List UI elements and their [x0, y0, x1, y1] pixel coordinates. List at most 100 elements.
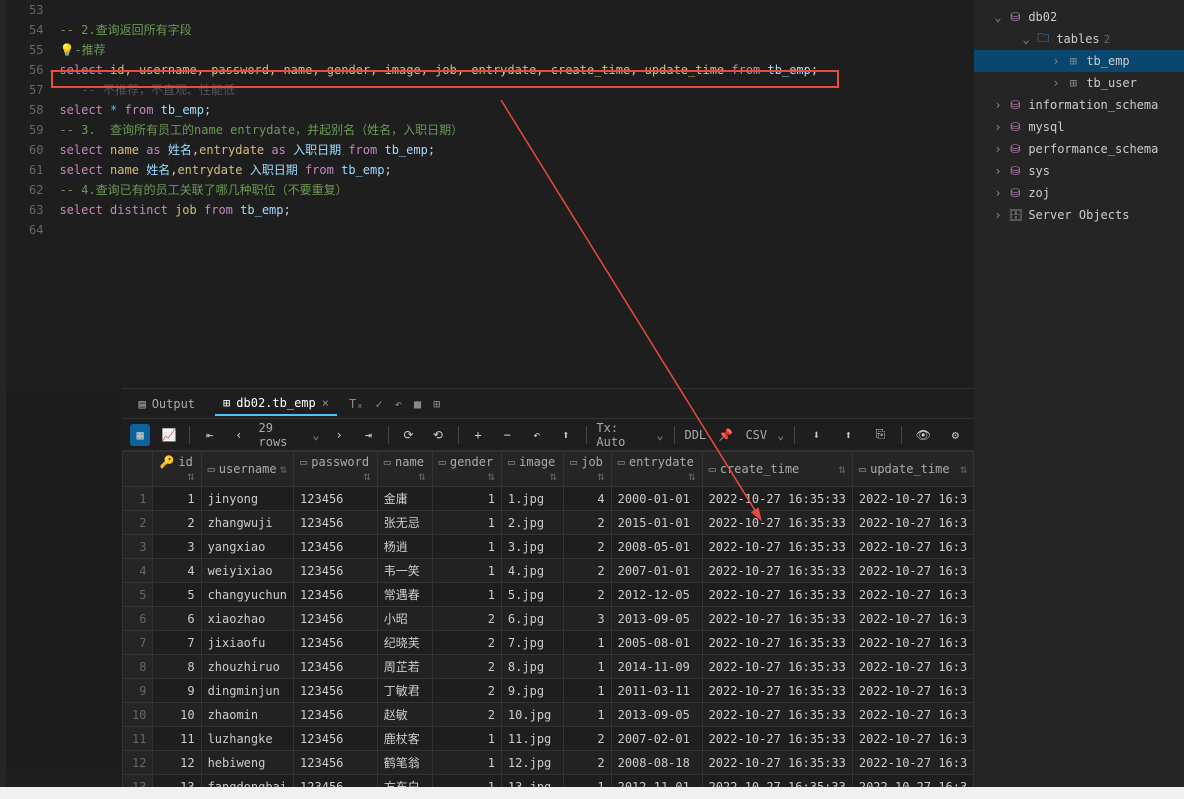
ddl-button[interactable]: DDL	[684, 428, 706, 442]
cell-username[interactable]: zhouzhiruo	[201, 655, 293, 679]
cell-username[interactable]: zhaomin	[201, 703, 293, 727]
cell-entrydate[interactable]: 2015-01-01	[611, 511, 702, 535]
undo-icon[interactable]: ↶	[395, 397, 402, 411]
code-line[interactable]: -- 4.查询已有的员工关联了哪几种职位（不要重复）	[59, 180, 974, 200]
cell-update-time[interactable]: 2022-10-27 16:3	[852, 487, 973, 511]
tree-mysql[interactable]: › ⛁ mysql	[974, 116, 1184, 138]
cell-image[interactable]: 6.jpg	[501, 607, 563, 631]
cell-id[interactable]: 9	[153, 679, 201, 703]
reload-button[interactable]: ⟳	[399, 424, 418, 446]
tree-zoj[interactable]: › ⛁ zoj	[974, 182, 1184, 204]
code-line[interactable]: 💡-推荐	[59, 40, 974, 60]
cell-job[interactable]: 1	[563, 631, 611, 655]
code-line[interactable]	[59, 0, 974, 20]
cell-gender[interactable]: 2	[432, 703, 501, 727]
code-line[interactable]: select distinct job from tb_emp;	[59, 200, 974, 220]
cell-password[interactable]: 123456	[294, 679, 378, 703]
cell-password[interactable]: 123456	[294, 631, 378, 655]
code-line[interactable]: -- 2.查询返回所有字段	[59, 20, 974, 40]
layout-icon[interactable]: ⊞	[433, 397, 440, 411]
cell-id[interactable]: 3	[153, 535, 201, 559]
cell-gender[interactable]: 1	[432, 583, 501, 607]
table-row[interactable]: 33yangxiao123456杨逍13.jpg22008-05-012022-…	[123, 535, 974, 559]
cell-name[interactable]: 杨逍	[377, 535, 432, 559]
cell-username[interactable]: changyuchun	[201, 583, 293, 607]
cell-name[interactable]: 小昭	[377, 607, 432, 631]
cell-gender[interactable]: 2	[432, 607, 501, 631]
table-row[interactable]: 88zhouzhiruo123456周芷若28.jpg12014-11-0920…	[123, 655, 974, 679]
cell-image[interactable]: 2.jpg	[501, 511, 563, 535]
column-header-entrydate[interactable]: ▭entrydate⇅	[611, 452, 702, 487]
tree-tables-folder[interactable]: ⌄ 🗀 tables 2	[974, 28, 1184, 50]
cell-id[interactable]: 1	[153, 487, 201, 511]
cell-id[interactable]: 4	[153, 559, 201, 583]
cell-gender[interactable]: 1	[432, 487, 501, 511]
code-line[interactable]: -- 3. 查询所有员工的name entrydate，并起别名（姓名，入职日期…	[59, 120, 974, 140]
cell-id[interactable]: 8	[153, 655, 201, 679]
cell-id[interactable]: 12	[153, 751, 201, 775]
cell-image[interactable]: 5.jpg	[501, 583, 563, 607]
cell-password[interactable]: 123456	[294, 583, 378, 607]
cell-username[interactable]: luzhangke	[201, 727, 293, 751]
cell-image[interactable]: 8.jpg	[501, 655, 563, 679]
cell-create-time[interactable]: 2022-10-27 16:35:33	[702, 511, 852, 535]
code-line[interactable]: select name 姓名,entrydate 入职日期 from tb_em…	[59, 160, 974, 180]
commit-button[interactable]: ⬆	[556, 424, 575, 446]
cell-job[interactable]: 1	[563, 703, 611, 727]
cell-username[interactable]: xiaozhao	[201, 607, 293, 631]
cell-create-time[interactable]: 2022-10-27 16:35:33	[702, 655, 852, 679]
chart-view-button[interactable]: 📈	[160, 424, 179, 446]
cell-entrydate[interactable]: 2013-09-05	[611, 607, 702, 631]
cell-username[interactable]: jinyong	[201, 487, 293, 511]
cell-entrydate[interactable]: 2014-11-09	[611, 655, 702, 679]
cell-id[interactable]: 7	[153, 631, 201, 655]
cell-gender[interactable]: 2	[432, 679, 501, 703]
chevron-down-icon[interactable]: ⌄	[777, 428, 784, 442]
cell-gender[interactable]: 1	[432, 559, 501, 583]
add-row-button[interactable]: +	[468, 424, 487, 446]
cell-id[interactable]: 11	[153, 727, 201, 751]
cell-image[interactable]: 10.jpg	[501, 703, 563, 727]
cell-entrydate[interactable]: 2008-05-01	[611, 535, 702, 559]
cell-create-time[interactable]: 2022-10-27 16:35:33	[702, 607, 852, 631]
table-row[interactable]: 99dingminjun123456丁敏君29.jpg12011-03-1120…	[123, 679, 974, 703]
tab-output[interactable]: ▤ Output	[130, 393, 203, 415]
cell-update-time[interactable]: 2022-10-27 16:3	[852, 607, 973, 631]
tree-db[interactable]: ⌄ ⛁ db02	[974, 6, 1184, 28]
cell-update-time[interactable]: 2022-10-27 16:3	[852, 511, 973, 535]
tree-table-emp[interactable]: › ⊞ tb_emp	[974, 50, 1184, 72]
cell-job[interactable]: 3	[563, 607, 611, 631]
tab-result[interactable]: ⊞ db02.tb_emp ×	[215, 392, 337, 416]
cell-id[interactable]: 5	[153, 583, 201, 607]
cell-username[interactable]: dingminjun	[201, 679, 293, 703]
cell-job[interactable]: 2	[563, 583, 611, 607]
cell-image[interactable]: 1.jpg	[501, 487, 563, 511]
cell-password[interactable]: 123456	[294, 559, 378, 583]
reload-page-button[interactable]: ⟲	[428, 424, 447, 446]
cell-update-time[interactable]: 2022-10-27 16:3	[852, 583, 973, 607]
cell-update-time[interactable]: 2022-10-27 16:3	[852, 631, 973, 655]
download-button[interactable]: ⬇	[805, 424, 827, 446]
check-icon[interactable]: ✓	[375, 397, 382, 411]
code-editor[interactable]: 53545556✓5758596061626364 -- 2.查询返回所有字段💡…	[6, 0, 974, 388]
cell-job[interactable]: 1	[563, 655, 611, 679]
cell-gender[interactable]: 2	[432, 631, 501, 655]
cell-password[interactable]: 123456	[294, 487, 378, 511]
export-format[interactable]: CSV	[745, 428, 767, 442]
table-row[interactable]: 1212hebiweng123456鹤笔翁112.jpg22008-08-182…	[123, 751, 974, 775]
cell-image[interactable]: 3.jpg	[501, 535, 563, 559]
tree-sys[interactable]: › ⛁ sys	[974, 160, 1184, 182]
code-line[interactable]: -- 不推荐，不直观、性能低	[59, 80, 974, 100]
cell-job[interactable]: 2	[563, 535, 611, 559]
tree-table-user[interactable]: › ⊞ tb_user	[974, 72, 1184, 94]
tx-mode[interactable]: Tx: Auto	[596, 421, 646, 449]
eye-button[interactable]: 👁	[912, 424, 934, 446]
cell-create-time[interactable]: 2022-10-27 16:35:33	[702, 535, 852, 559]
taskbar[interactable]	[0, 787, 1184, 799]
cell-password[interactable]: 123456	[294, 655, 378, 679]
table-row[interactable]: 44weiyixiao123456韦一笑14.jpg22007-01-01202…	[123, 559, 974, 583]
grid-view-button[interactable]: ▦	[130, 424, 149, 446]
cell-id[interactable]: 6	[153, 607, 201, 631]
cell-password[interactable]: 123456	[294, 727, 378, 751]
copy-button[interactable]: ⎘	[869, 424, 891, 446]
